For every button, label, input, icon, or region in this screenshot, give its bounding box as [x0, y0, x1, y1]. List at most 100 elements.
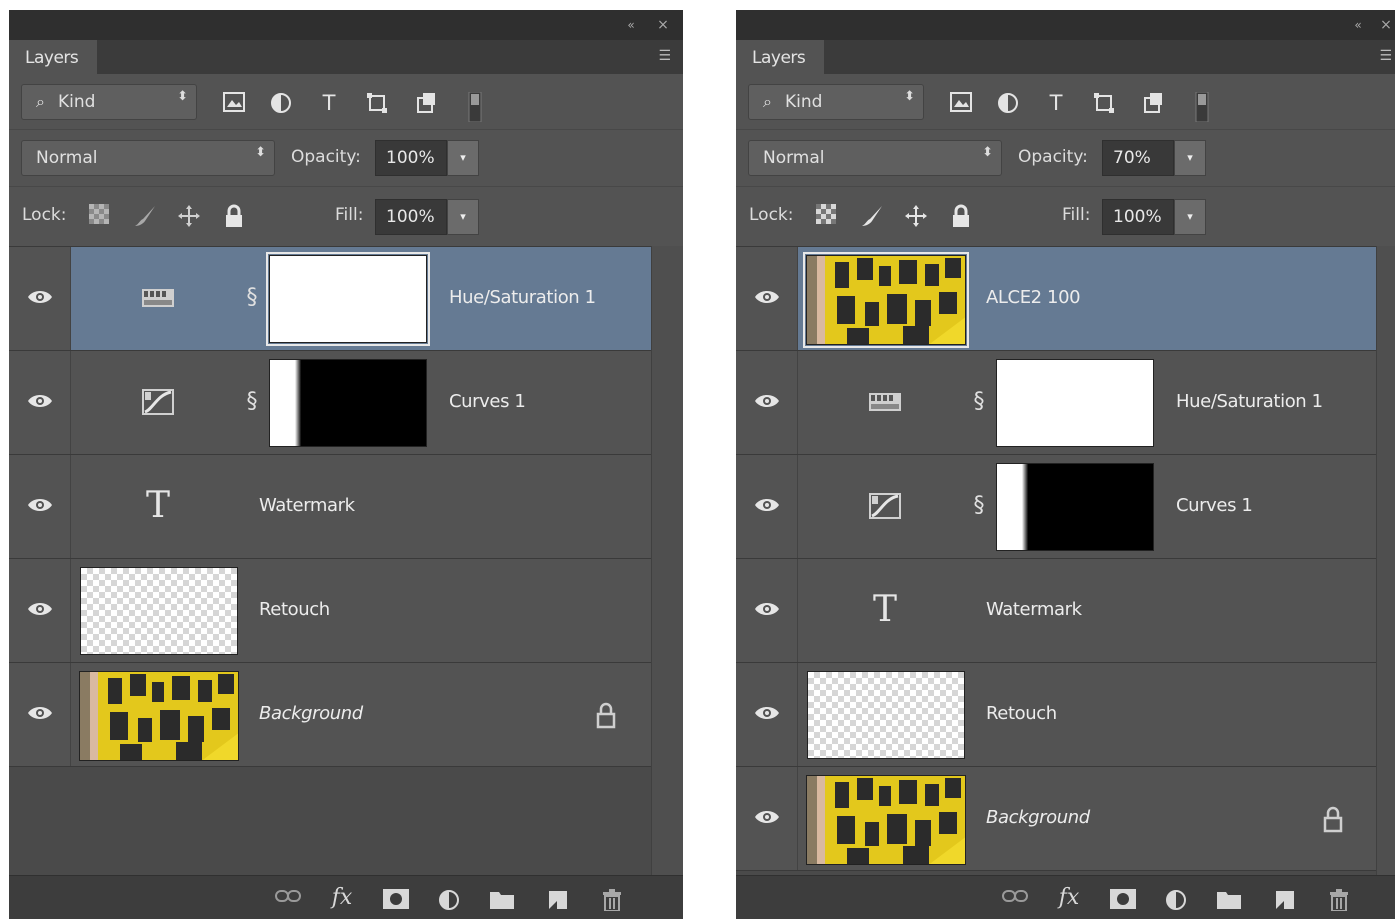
filter-type-layers-icon[interactable]: T [1041, 88, 1071, 118]
filter-toggle-icon[interactable] [1187, 88, 1217, 122]
new-adjustment-layer-icon[interactable] [434, 884, 464, 912]
eye-icon[interactable] [754, 496, 780, 514]
layers-scrollbar[interactable] [1376, 246, 1395, 876]
new-layer-icon[interactable] [1270, 884, 1300, 912]
close-panel-icon[interactable]: × [1378, 17, 1394, 33]
lock-image-pixels-icon[interactable] [131, 201, 159, 229]
layer-name[interactable]: Hue/Saturation 1 [449, 287, 596, 308]
layer-name[interactable]: Hue/Saturation 1 [1176, 391, 1323, 412]
eye-icon[interactable] [754, 704, 780, 722]
blend-mode-select[interactable]: Normal ⬍ [748, 140, 1002, 176]
layer-name[interactable]: Curves 1 [1176, 495, 1253, 516]
eye-icon[interactable] [27, 392, 53, 410]
eye-icon[interactable] [754, 808, 780, 826]
collapse-panel-icon[interactable]: « [1350, 17, 1366, 33]
layer-thumbnail-photo[interactable] [803, 252, 969, 348]
layer-row-watermark[interactable]: T Watermark [736, 559, 1376, 663]
filter-adjustment-layers-icon[interactable] [266, 88, 296, 118]
layer-name[interactable]: Background [986, 807, 1090, 828]
lock-all-icon[interactable] [947, 201, 975, 229]
layer-name[interactable]: Background [259, 703, 363, 724]
filter-adjustment-layers-icon[interactable] [993, 88, 1023, 118]
layer-name[interactable]: ALCE2 100 [986, 287, 1081, 308]
eye-icon[interactable] [27, 496, 53, 514]
layer-mask-thumbnail[interactable] [269, 359, 427, 447]
layer-mask-thumbnail[interactable] [266, 252, 430, 346]
layer-thumbnail-transparent[interactable] [80, 567, 238, 655]
eye-icon[interactable] [27, 288, 53, 306]
layer-name[interactable]: Watermark [259, 495, 355, 516]
layer-name[interactable]: Retouch [259, 599, 330, 620]
fill-input[interactable]: 100% [375, 199, 447, 235]
filter-toggle-icon[interactable] [460, 88, 490, 122]
panel-menu-icon[interactable]: ☰ [1370, 48, 1392, 64]
filter-pixel-layers-icon[interactable] [219, 88, 249, 118]
layer-style-fx-icon[interactable]: fx [1054, 884, 1084, 912]
link-layers-icon[interactable] [1000, 884, 1030, 912]
add-mask-icon[interactable] [1108, 884, 1138, 912]
layer-name[interactable]: Curves 1 [449, 391, 526, 412]
lock-transparent-pixels-icon[interactable] [85, 201, 113, 229]
layer-row-curves[interactable]: § Curves 1 [9, 351, 651, 455]
new-layer-icon[interactable] [543, 884, 573, 912]
layer-row-curves[interactable]: § Curves 1 [736, 455, 1376, 559]
blend-mode-select[interactable]: Normal ⬍ [21, 140, 275, 176]
layer-row-hue-saturation[interactable]: § Hue/Saturation 1 [9, 247, 651, 351]
layer-name[interactable]: Retouch [986, 703, 1057, 724]
panel-menu-icon[interactable]: ☰ [649, 48, 671, 64]
filter-kind-select[interactable]: ⌕ Kind ⬍ [21, 84, 197, 120]
fill-dropdown-button[interactable]: ▾ [1174, 199, 1206, 235]
layer-style-fx-icon[interactable]: fx [327, 884, 357, 912]
filter-type-layers-icon[interactable]: T [314, 88, 344, 118]
tab-layers[interactable]: Layers [9, 40, 97, 74]
filter-shape-layers-icon[interactable] [1089, 88, 1119, 118]
new-adjustment-layer-icon[interactable] [1161, 884, 1191, 912]
opacity-dropdown-button[interactable]: ▾ [447, 140, 479, 176]
mask-link-icon[interactable]: § [243, 283, 261, 313]
eye-icon[interactable] [27, 600, 53, 618]
opacity-input[interactable]: 70% [1102, 140, 1174, 176]
mask-link-icon[interactable]: § [243, 387, 261, 417]
layer-row-background[interactable]: Background [736, 767, 1376, 871]
eye-icon[interactable] [754, 600, 780, 618]
filter-kind-select[interactable]: ⌕ Kind ⬍ [748, 84, 924, 120]
lock-transparent-pixels-icon[interactable] [812, 201, 840, 229]
eye-icon[interactable] [754, 392, 780, 410]
layer-row-retouch[interactable]: Retouch [9, 559, 651, 663]
fill-input[interactable]: 100% [1102, 199, 1174, 235]
layer-row-watermark[interactable]: T Watermark [9, 455, 651, 559]
layer-row-hue-saturation[interactable]: § Hue/Saturation 1 [736, 351, 1376, 455]
delete-layer-icon[interactable] [597, 884, 627, 912]
new-group-folder-icon[interactable] [487, 884, 517, 912]
eye-icon[interactable] [754, 288, 780, 306]
layer-mask-thumbnail[interactable] [996, 359, 1154, 447]
lock-position-icon[interactable] [175, 201, 203, 229]
fill-dropdown-button[interactable]: ▾ [447, 199, 479, 235]
filter-pixel-layers-icon[interactable] [946, 88, 976, 118]
add-mask-icon[interactable] [381, 884, 411, 912]
tab-layers[interactable]: Layers [736, 40, 824, 74]
collapse-panel-icon[interactable]: « [623, 17, 639, 33]
layer-thumbnail-photo[interactable] [79, 671, 239, 761]
link-layers-icon[interactable] [273, 884, 303, 912]
lock-image-pixels-icon[interactable] [858, 201, 886, 229]
layer-thumbnail-photo[interactable] [806, 775, 966, 865]
lock-all-icon[interactable] [220, 201, 248, 229]
filter-smart-objects-icon[interactable] [1138, 88, 1168, 118]
opacity-input[interactable]: 100% [375, 140, 447, 176]
layer-thumbnail-transparent[interactable] [807, 671, 965, 759]
layer-row-alce2[interactable]: ALCE2 100 [736, 247, 1376, 351]
delete-layer-icon[interactable] [1324, 884, 1354, 912]
layer-name[interactable]: Watermark [986, 599, 1082, 620]
mask-link-icon[interactable]: § [970, 387, 988, 417]
layer-row-retouch[interactable]: Retouch [736, 663, 1376, 767]
new-group-folder-icon[interactable] [1214, 884, 1244, 912]
layer-mask-thumbnail[interactable] [996, 463, 1154, 551]
filter-shape-layers-icon[interactable] [362, 88, 392, 118]
close-panel-icon[interactable]: × [655, 17, 671, 33]
opacity-dropdown-button[interactable]: ▾ [1174, 140, 1206, 176]
layers-scrollbar[interactable] [651, 246, 683, 876]
layer-row-background[interactable]: Background [9, 663, 651, 767]
eye-icon[interactable] [27, 704, 53, 722]
mask-link-icon[interactable]: § [970, 491, 988, 521]
